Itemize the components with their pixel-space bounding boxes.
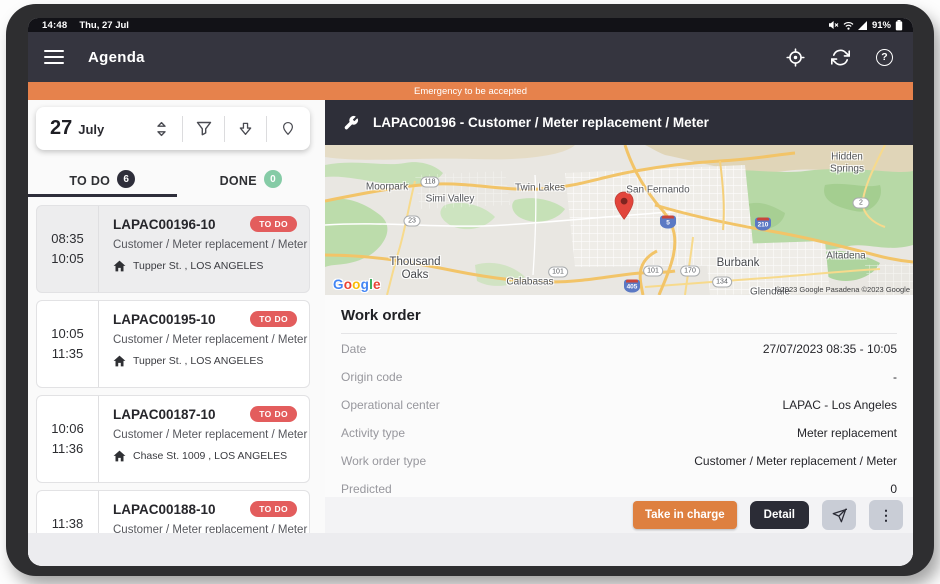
sync-icon[interactable] <box>831 48 850 67</box>
address-text: Chase St. 1009 , LOS ANGELES <box>133 450 287 462</box>
work-order-type-text: Customer / Meter replacement / Meter <box>113 239 297 251</box>
item-time-range: 11:38 <box>37 491 99 533</box>
emergency-banner[interactable]: Emergency to be accepted <box>28 82 913 100</box>
battery-icon <box>895 20 903 31</box>
todo-count-badge: 6 <box>117 170 135 188</box>
page-title: Agenda <box>88 49 145 66</box>
status-time: 14:48 <box>42 20 67 31</box>
work-order-title: LAPAC00196 - Customer / Meter replacemen… <box>373 115 709 130</box>
map[interactable]: Moorpark Simi Valley Twin Lakes San Fern… <box>325 145 913 295</box>
battery-percent: 91% <box>872 20 891 31</box>
action-bar: Take in charge Detail ⋮ <box>325 497 913 533</box>
work-order-code: LAPAC00195-10 <box>113 312 216 327</box>
status-badge: TO DO <box>250 311 297 327</box>
status-badge: TO DO <box>250 501 297 517</box>
status-badge: TO DO <box>250 216 297 232</box>
filter-icon <box>196 121 212 136</box>
tab-done[interactable]: DONE 0 <box>177 150 326 197</box>
work-order-type-text: Customer / Meter replacement / Meter <box>113 524 297 533</box>
mute-icon <box>828 20 839 30</box>
download-arrow-icon <box>238 122 253 136</box>
agenda-tabs: TO DO 6 DONE 0 <box>28 150 325 197</box>
item-time-range: 08:3510:05 <box>37 206 99 292</box>
kebab-icon: ⋮ <box>879 508 893 522</box>
more-options-button[interactable]: ⋮ <box>869 500 903 530</box>
send-icon <box>832 508 847 523</box>
navigate-button[interactable] <box>822 500 856 530</box>
work-order-section: Work order Date 27/07/2023 08:35 - 10:05… <box>325 295 913 497</box>
address-text: Tupper St. , LOS ANGELES <box>133 355 263 367</box>
item-time-range: 10:0611:36 <box>37 396 99 482</box>
status-date: Thu, 27 Jul <box>79 20 129 31</box>
work-order-type-text: Customer / Meter replacement / Meter <box>113 334 297 346</box>
filter-button[interactable] <box>183 107 224 150</box>
home-icon <box>113 260 126 272</box>
app-bar: Agenda ? <box>28 32 913 82</box>
work-order-list[interactable]: 08:3510:05 LAPAC00196-10 TO DO Customer … <box>28 197 325 533</box>
status-bar: 14:48 Thu, 27 Jul 91% <box>28 18 913 32</box>
address-text: Tupper St. , LOS ANGELES <box>133 260 263 272</box>
download-button[interactable] <box>225 107 266 150</box>
bottom-strip <box>28 533 913 566</box>
detail-row: Operational center LAPAC - Los Angeles <box>341 390 897 418</box>
sort-icon <box>154 121 169 137</box>
work-order-type-text: Customer / Meter replacement / Meter <box>113 429 297 441</box>
signal-icon <box>858 21 868 30</box>
home-icon <box>113 355 126 367</box>
google-logo: Google <box>333 277 381 292</box>
agenda-panel: 27 July <box>28 100 325 566</box>
detail-row: Activity type Meter replacement <box>341 418 897 446</box>
wrench-icon <box>343 115 359 131</box>
work-order-code: LAPAC00187-10 <box>113 407 216 422</box>
map-attribution: ©2023 Google Pasadena ©2023 Google <box>775 285 910 294</box>
detail-row: Work order type Customer / Meter replace… <box>341 446 897 474</box>
work-order-header: LAPAC00196 - Customer / Meter replacemen… <box>325 100 913 145</box>
locate-icon[interactable] <box>786 48 805 67</box>
list-item[interactable]: 10:0511:35 LAPAC00195-10 TO DO Customer … <box>36 300 310 388</box>
item-time-range: 10:0511:35 <box>37 301 99 387</box>
map-pin-button[interactable] <box>267 107 308 150</box>
emergency-banner-text: Emergency to be accepted <box>414 86 527 97</box>
sort-button[interactable] <box>141 107 182 150</box>
detail-row: Origin code - <box>341 362 897 390</box>
take-in-charge-button[interactable]: Take in charge <box>633 501 737 529</box>
status-badge: TO DO <box>250 406 297 422</box>
menu-icon[interactable] <box>44 50 64 65</box>
map-terrain <box>325 145 913 295</box>
done-count-badge: 0 <box>264 170 282 188</box>
wifi-icon <box>843 21 854 30</box>
list-item[interactable]: 11:38 LAPAC00188-10 TO DO Customer / Met… <box>36 490 310 533</box>
home-icon <box>113 450 126 462</box>
main-content: 27 July <box>28 100 913 566</box>
work-order-code: LAPAC00196-10 <box>113 217 216 232</box>
detail-row: Date 27/07/2023 08:35 - 10:05 <box>341 334 897 362</box>
app-screen: 14:48 Thu, 27 Jul 91% Agend <box>28 18 913 566</box>
detail-button[interactable]: Detail <box>750 501 809 529</box>
date-selector[interactable]: 27 July <box>50 117 141 140</box>
tab-to-do[interactable]: TO DO 6 <box>28 150 177 197</box>
section-title: Work order <box>341 307 897 324</box>
date-day: 27 <box>50 117 72 140</box>
location-pin-icon <box>281 121 295 136</box>
date-month: July <box>78 122 104 137</box>
list-item[interactable]: 10:0611:36 LAPAC00187-10 TO DO Customer … <box>36 395 310 483</box>
tablet-frame: 14:48 Thu, 27 Jul 91% Agend <box>6 4 934 576</box>
detail-panel: LAPAC00196 - Customer / Meter replacemen… <box>325 100 913 566</box>
help-icon[interactable]: ? <box>876 49 893 66</box>
date-toolbar: 27 July <box>36 107 310 150</box>
detail-row: Predicted Materials 0 <box>341 474 897 497</box>
work-order-code: LAPAC00188-10 <box>113 502 216 517</box>
list-item[interactable]: 08:3510:05 LAPAC00196-10 TO DO Customer … <box>36 205 310 293</box>
